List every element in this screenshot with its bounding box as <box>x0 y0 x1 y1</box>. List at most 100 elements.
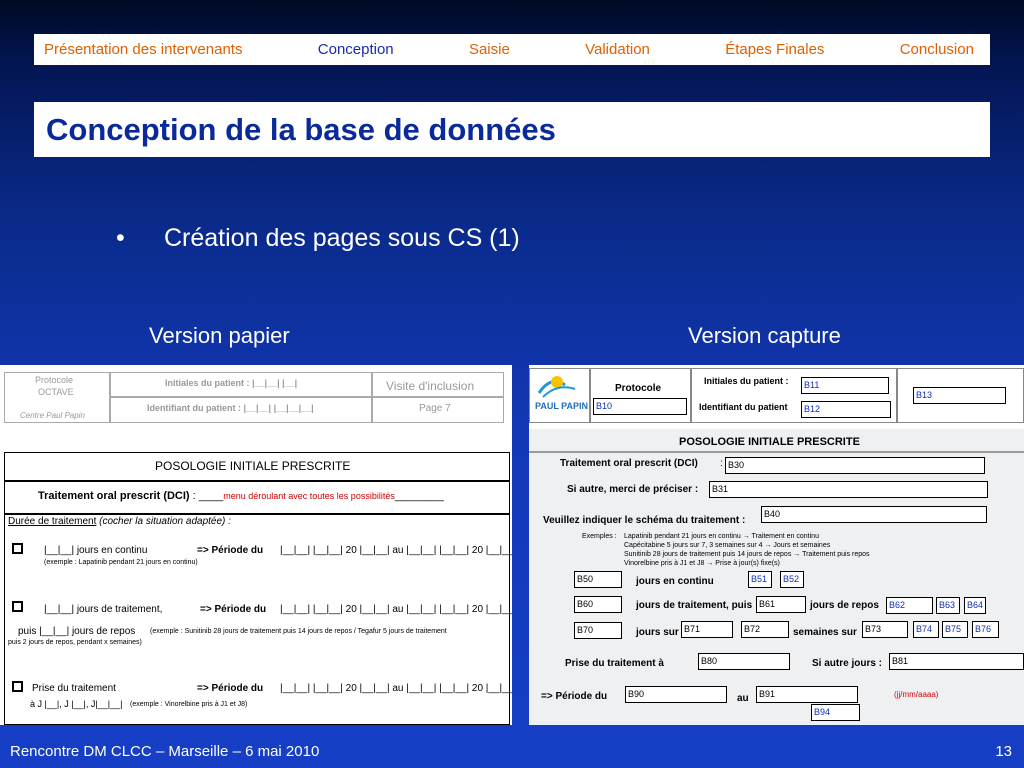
capture-form-image: PAUL PAPIN Protocole Initiales du patien… <box>529 365 1024 725</box>
field-B91[interactable]: B91 <box>756 686 858 703</box>
field-B76[interactable]: B76 <box>972 621 999 638</box>
capture-continu: jours en continu <box>636 576 714 587</box>
field-B63[interactable]: B63 <box>936 597 960 614</box>
paper-ex2b: puis 2 jours de repos, pendant x semaine… <box>8 639 142 646</box>
paper-initiales: Initiales du patient : |__|__| |__| <box>165 378 298 388</box>
checkbox-prise[interactable] <box>12 681 23 692</box>
field-B40[interactable]: B40 <box>761 506 987 523</box>
capture-section-title: POSOLOGIE INITIALE PRESCRITE <box>679 436 860 448</box>
capture-semaines: semaines sur <box>793 627 857 638</box>
field-B10[interactable]: B10 <box>593 398 687 415</box>
paper-dates-1: |__|__| |__|__| 20 |__|__| au |__|__| |_… <box>280 545 512 556</box>
field-B62[interactable]: B62 <box>886 597 933 614</box>
divider <box>4 513 510 515</box>
bullet-item: • Création des pages sous CS (1) <box>116 224 520 253</box>
paper-opt2b: puis |__|__| jours de repos <box>18 626 136 637</box>
field-B61[interactable]: B61 <box>756 596 806 613</box>
paper-ex1: (exemple : Lapatinib pendant 21 jours en… <box>44 559 198 566</box>
capture-protocole: Protocole <box>615 383 662 394</box>
paper-centre: Centre Paul Papin <box>20 411 85 420</box>
paper-opt2: |__|__| jours de traitement, <box>44 604 163 615</box>
slide-title: Conception de la base de données <box>46 111 556 147</box>
paper-section-title: POSOLOGIE INITIALE PRESCRITE <box>155 459 351 473</box>
divider <box>896 368 898 423</box>
paper-ex3: (exemple : Vinorelbine pris à J1 et J8) <box>130 701 248 708</box>
capture-schema: Veuillez indiquer le schéma du traitemen… <box>543 515 746 526</box>
nav-conclusion[interactable]: Conclusion <box>900 41 974 58</box>
nav-validation[interactable]: Validation <box>585 41 650 58</box>
divider <box>109 396 504 398</box>
paper-periode-2: => Période du <box>200 604 267 615</box>
label-version-capture: Version capture <box>688 323 841 348</box>
bullet-text: Création des pages sous CS (1) <box>164 224 520 252</box>
field-B81[interactable]: B81 <box>889 653 1024 670</box>
divider <box>529 451 1024 453</box>
capture-logo-text: PAUL PAPIN <box>535 401 589 411</box>
paper-traitement-row: Traitement oral prescrit (DCI) : ____men… <box>38 490 444 502</box>
paper-page: Page 7 <box>419 403 451 414</box>
capture-identifiant: Identifiant du patient <box>699 402 788 412</box>
paper-opt1: |__|__| jours en continu <box>44 545 148 556</box>
capture-ex3: Sunitinib 28 jours de traitement puis 14… <box>624 551 870 558</box>
paper-opt3: Prise du traitement <box>32 683 116 694</box>
capture-sur: jours sur <box>636 627 679 638</box>
paper-ex2a: (exemple : Sunitinib 28 jours de traitem… <box>150 628 447 635</box>
field-B13[interactable]: B13 <box>913 387 1006 404</box>
nav-saisie[interactable]: Saisie <box>469 41 510 58</box>
field-B72[interactable]: B72 <box>741 621 789 638</box>
paper-opt3b: à J |__|, J |__|, J|__|__| <box>30 699 123 709</box>
capture-siautre: Si autre jours : <box>812 658 883 669</box>
capture-traitement: Traitement oral prescrit (DCI) <box>560 458 698 469</box>
field-B74[interactable]: B74 <box>913 621 939 638</box>
field-B30[interactable]: B30 <box>725 457 985 474</box>
capture-ex4: Vinorelbine pris à J1 et J8 → Prise à jo… <box>624 560 780 567</box>
field-B64[interactable]: B64 <box>964 597 986 614</box>
paper-protocole: Protocole <box>35 375 74 385</box>
field-B60[interactable]: B60 <box>574 596 622 613</box>
capture-prise: Prise du traitement à <box>565 658 664 669</box>
capture-date-format: (jj/mm/aaaa) <box>894 690 939 699</box>
field-B31[interactable]: B31 <box>709 481 988 498</box>
field-B50[interactable]: B50 <box>574 571 622 588</box>
footer-page-number: 13 <box>995 743 1012 760</box>
field-B94[interactable]: B94 <box>811 704 860 721</box>
capture-ex2: Capécitabine 5 jours sur 7, 3 semaines s… <box>624 542 831 549</box>
nav-conception[interactable]: Conception <box>318 41 394 58</box>
capture-jt: jours de traitement, puis <box>636 600 753 611</box>
field-B12[interactable]: B12 <box>801 401 891 418</box>
field-B70[interactable]: B70 <box>574 622 622 639</box>
field-B51[interactable]: B51 <box>748 571 772 588</box>
field-B73[interactable]: B73 <box>862 621 908 638</box>
divider <box>4 480 510 482</box>
paper-periode-3: => Période du <box>197 683 264 694</box>
paper-identifiant: Identifiant du patient : |__|__| |__|__|… <box>147 403 314 413</box>
footer-event: Rencontre DM CLCC – Marseille – 6 mai 20… <box>10 743 320 760</box>
capture-initiales: Initiales du patient : <box>704 376 789 386</box>
field-B11[interactable]: B11 <box>801 377 889 394</box>
paper-dates-3: |__|__| |__|__| 20 |__|__| au |__|__| |_… <box>280 683 512 694</box>
field-B52[interactable]: B52 <box>780 571 804 588</box>
paper-form-image: Protocole OCTAVE Centre Paul Papin Initi… <box>0 365 512 725</box>
field-B80[interactable]: B80 <box>698 653 790 670</box>
paper-visite: Visite d'inclusion <box>386 379 475 393</box>
capture-au: au <box>737 693 749 704</box>
field-B71[interactable]: B71 <box>681 621 733 638</box>
capture-ex-label: Exemples : <box>582 533 617 540</box>
field-B75[interactable]: B75 <box>942 621 968 638</box>
paper-periode-1: => Période du <box>197 545 264 556</box>
bullet-icon: • <box>116 224 125 252</box>
capture-autre: Si autre, merci de préciser : <box>567 484 699 495</box>
capture-ex1: Lapatinib pendant 21 jours en continu → … <box>624 533 819 540</box>
slide-title-bar: Conception de la base de données <box>34 102 990 157</box>
capture-periode: => Période du <box>541 691 608 702</box>
paper-duree-row: Durée de traitement (cocher la situation… <box>8 516 231 527</box>
paper-dates-2: |__|__| |__|__| 20 |__|__| au |__|__| |_… <box>280 604 512 615</box>
nav-etapes-finales[interactable]: Étapes Finales <box>725 41 824 58</box>
paul-papin-logo-icon <box>535 371 585 401</box>
checkbox-continu[interactable] <box>12 543 23 554</box>
capture-colon: : <box>720 458 723 469</box>
nav-presentation[interactable]: Présentation des intervenants <box>44 41 242 58</box>
field-B90[interactable]: B90 <box>625 686 727 703</box>
checkbox-traitement-repos[interactable] <box>12 601 23 612</box>
divider <box>690 368 692 423</box>
